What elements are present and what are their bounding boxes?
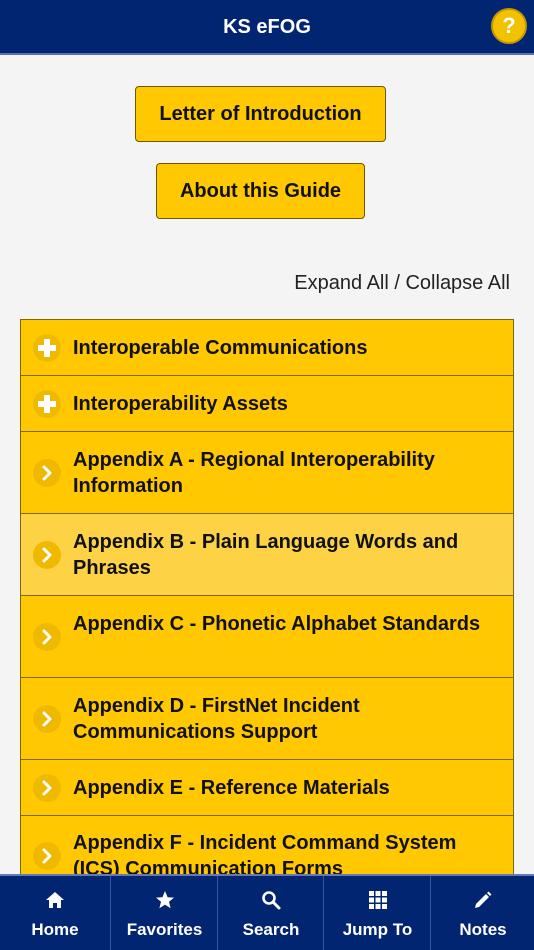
section-row-interoperable-communications[interactable]: Interoperable Communications: [21, 320, 513, 376]
tab-search[interactable]: Search: [217, 876, 324, 950]
tab-label: Jump To: [342, 920, 413, 939]
tab-label: Home: [31, 920, 79, 939]
letter-of-introduction-button[interactable]: Letter of Introduction: [135, 86, 386, 142]
section-row-appendix-c[interactable]: Appendix C - Phonetic Alphabet Standards: [21, 596, 513, 678]
pencil-icon: [431, 890, 534, 912]
chevron-right-icon: [33, 705, 61, 733]
tab-label: Favorites: [126, 920, 203, 939]
section-label: Appendix F - Incident Command System (IC…: [73, 832, 457, 875]
plus-icon: [33, 334, 61, 362]
section-row-interoperability-assets[interactable]: Interoperability Assets: [21, 376, 513, 432]
tab-notes[interactable]: Notes: [430, 876, 534, 950]
search-icon: [218, 890, 324, 912]
chevron-right-icon: [33, 842, 61, 870]
expand-separator: /: [388, 272, 406, 294]
grid-icon: [324, 890, 431, 912]
chevron-right-icon: [33, 541, 61, 569]
section-label: Appendix B - Plain Language Words and Ph…: [73, 531, 459, 579]
collapse-all-link[interactable]: Collapse All: [405, 272, 510, 294]
section-label: Appendix A - Regional Interoperability I…: [73, 449, 435, 497]
section-row-appendix-e[interactable]: Appendix E - Reference Materials: [21, 760, 513, 816]
section-row-appendix-d[interactable]: Appendix D - FirstNet Incident Communica…: [21, 678, 513, 760]
about-this-guide-button[interactable]: About this Guide: [156, 163, 365, 219]
section-label: Appendix C - Phonetic Alphabet Standards: [73, 613, 481, 635]
home-icon: [0, 890, 110, 912]
bottom-tab-bar: Home Favorites Search Jump To Notes: [0, 874, 534, 950]
plus-icon: [33, 390, 61, 418]
section-row-appendix-a[interactable]: Appendix A - Regional Interoperability I…: [21, 432, 513, 514]
tab-favorites[interactable]: Favorites: [110, 876, 218, 950]
chevron-right-icon: [33, 459, 61, 487]
section-row-appendix-f[interactable]: Appendix F - Incident Command System (IC…: [21, 816, 513, 875]
app-title: KS eFOG: [223, 16, 311, 38]
section-label: Interoperable Communications: [73, 337, 368, 359]
tab-jump-to[interactable]: Jump To: [323, 876, 431, 950]
expand-all-link[interactable]: Expand All: [294, 272, 389, 294]
tab-label: Search: [242, 920, 300, 939]
section-list: Interoperable Communications Interoperab…: [20, 319, 514, 875]
help-button[interactable]: ?: [491, 8, 527, 44]
section-label: Appendix E - Reference Materials: [73, 777, 390, 799]
top-bar: KS eFOG ?: [0, 0, 534, 55]
chevron-right-icon: [33, 623, 61, 651]
section-label: Appendix D - FirstNet Incident Communica…: [73, 695, 360, 743]
expand-collapse-controls: Expand All / Collapse All: [294, 272, 510, 295]
tab-home[interactable]: Home: [0, 876, 110, 950]
section-label: Interoperability Assets: [73, 393, 288, 415]
star-icon: [111, 890, 218, 912]
tab-label: Notes: [459, 920, 507, 939]
chevron-right-icon: [33, 774, 61, 802]
section-row-appendix-b[interactable]: Appendix B - Plain Language Words and Ph…: [21, 514, 513, 596]
